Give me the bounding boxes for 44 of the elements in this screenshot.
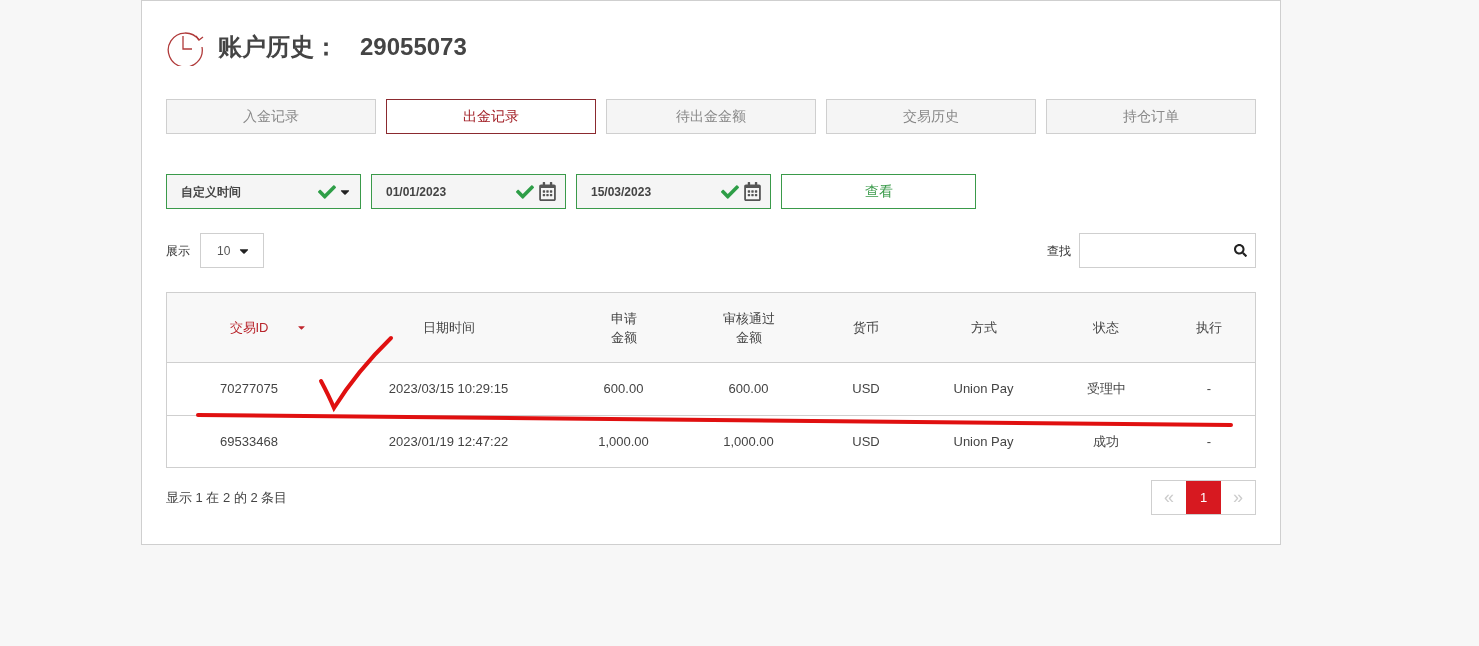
table-cell-text: 2023/01/19 12:47:22 [388, 432, 509, 451]
column-header[interactable]: 申请金额 [610, 308, 637, 347]
page-button[interactable]: 1 [1186, 481, 1221, 514]
search-label: 查找 [1047, 242, 1071, 260]
column-header[interactable]: 日期时间 [422, 318, 475, 337]
table-cell-text: 2023/03/15 10:29:15 [388, 380, 509, 399]
date-value: 01/01/2023 [386, 183, 448, 201]
table-cell-text: - [1206, 432, 1212, 451]
table-cell-text: Union Pay [953, 432, 1014, 451]
column-header[interactable]: 状态 [1093, 318, 1119, 337]
column-header[interactable]: 交易ID [229, 318, 269, 337]
date-field[interactable]: 15/03/2023 [576, 174, 771, 209]
calendar-icon [538, 182, 557, 201]
date-value: 15/03/2023 [591, 183, 653, 201]
table-cell-text: USD [852, 432, 880, 451]
date-field[interactable]: 01/01/2023 [371, 174, 566, 209]
tab[interactable]: 出金记录 [386, 99, 596, 134]
search-icon [1234, 244, 1247, 257]
table-cell-text: Union Pay [953, 380, 1014, 399]
view-button[interactable]: 查看 [781, 174, 976, 209]
table-cell-text: 1,000.00 [723, 432, 774, 451]
table-cell-text: 70277075 [220, 380, 278, 399]
table-cell-text: - [1206, 380, 1212, 399]
table-cell-text: 600.00 [603, 380, 644, 399]
select-value: 自定义时间 [181, 183, 242, 201]
account-number: 29055073 [360, 32, 467, 62]
page-size-select[interactable]: 10 [200, 233, 264, 268]
table-cell-text: 受理中 [1086, 380, 1126, 399]
column-header[interactable]: 执行 [1196, 318, 1222, 337]
show-label: 展示 [166, 242, 190, 260]
entries-summary: 显示 1 在 2 的 2 条目 [166, 488, 289, 507]
table-cell-text: 69533468 [220, 432, 278, 451]
search-field[interactable] [1079, 233, 1256, 268]
table-cell-text: 1,000.00 [598, 432, 649, 451]
table-cell-text: USD [852, 380, 880, 399]
column-header[interactable]: 方式 [970, 318, 997, 337]
page-title: 账户历史： [218, 32, 338, 62]
period-select[interactable]: 自定义时间 [166, 174, 361, 209]
column-header[interactable]: 货币 [853, 318, 879, 337]
calendar-icon [743, 182, 762, 201]
table-cell-text: 600.00 [728, 380, 769, 399]
column-header[interactable]: 审核通过金额 [722, 308, 775, 347]
table-cell-text: 成功 [1093, 432, 1119, 451]
page-size-value: 10 [217, 242, 232, 260]
